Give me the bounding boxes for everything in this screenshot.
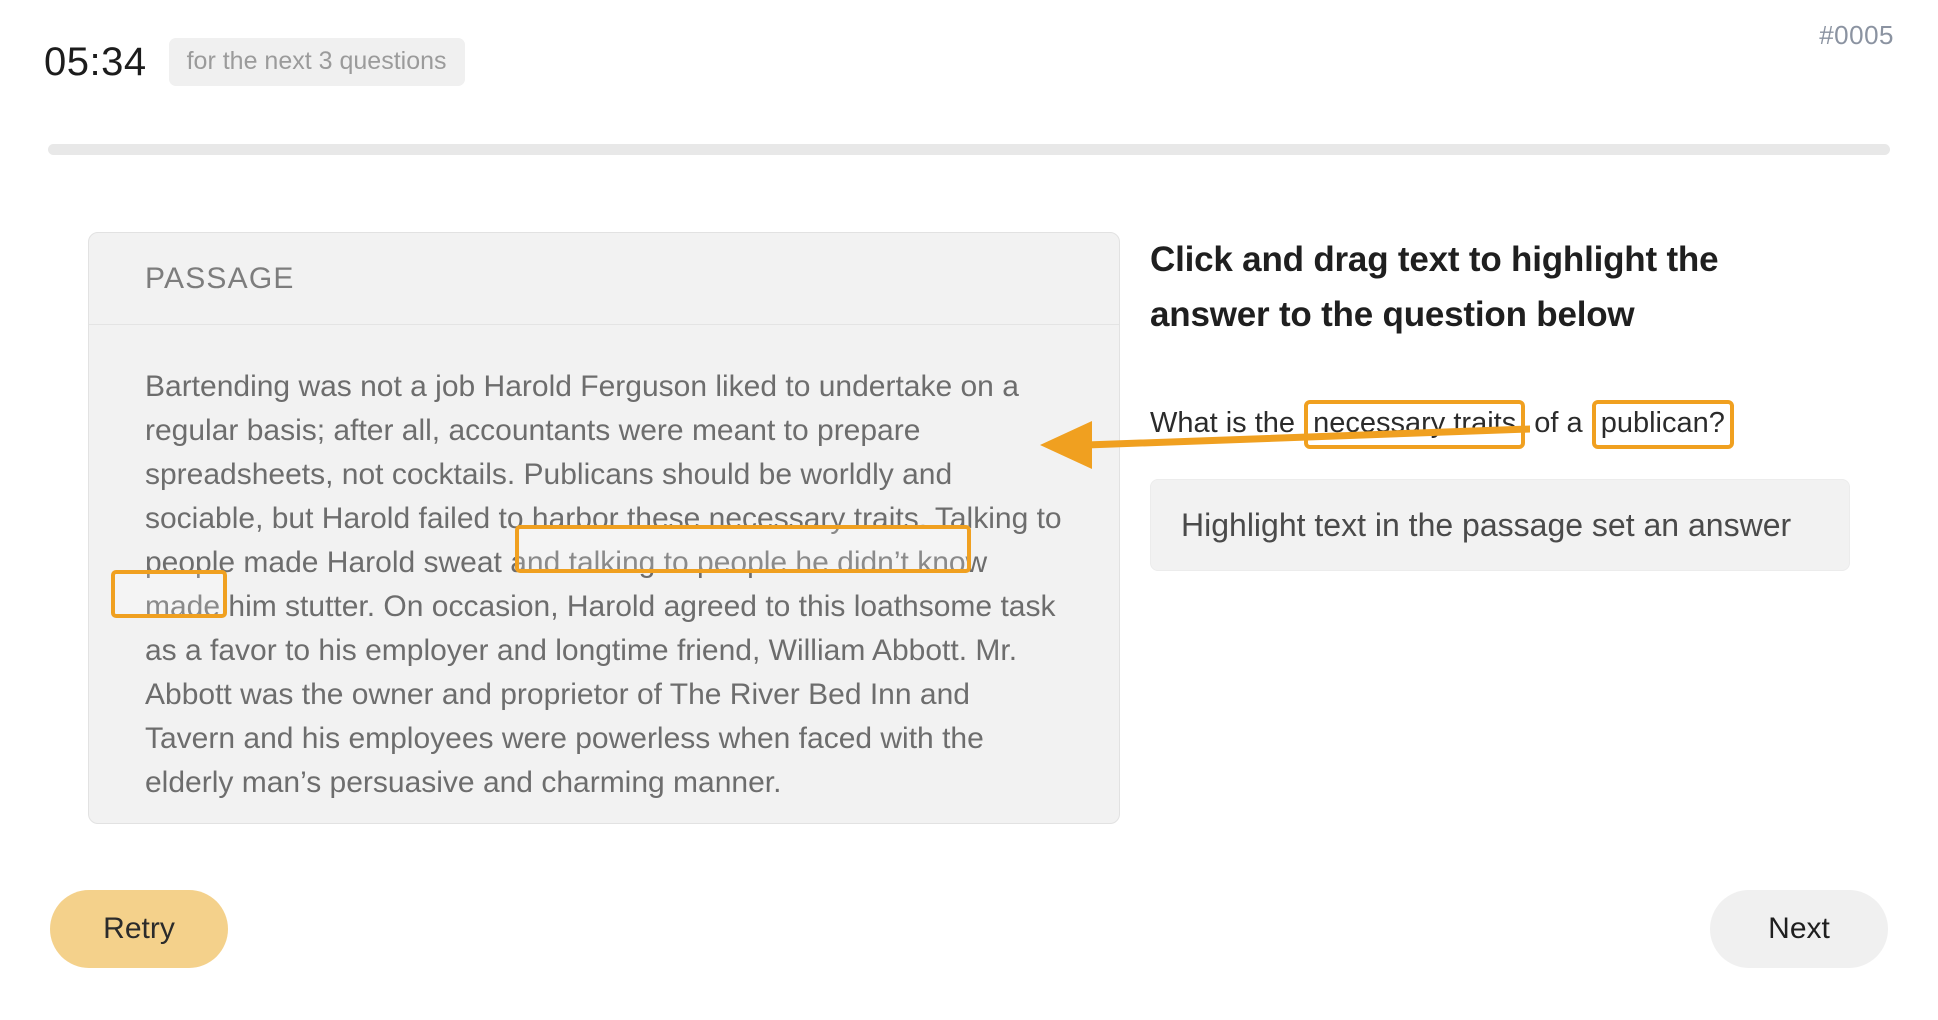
passage-selection-box-1[interactable] xyxy=(515,525,971,573)
passage-text[interactable]: Bartending was not a job Harold Ferguson… xyxy=(145,365,1063,805)
instruction-heading: Click and drag text to highlight the ans… xyxy=(1150,240,1719,334)
answer-placeholder-text: Highlight text in the passage set an ans… xyxy=(1181,506,1792,543)
page-header: 05:34 for the next 3 questions #0005 xyxy=(0,0,1938,140)
question-panel: Click and drag text to highlight the ans… xyxy=(1150,232,1850,571)
next-button[interactable]: Next xyxy=(1710,890,1888,968)
passage-panel: PASSAGE Bartending was not a job Harold … xyxy=(88,232,1120,824)
question-middle: of a xyxy=(1534,407,1583,439)
question-lead: What is the xyxy=(1150,407,1296,439)
countdown-timer: 05:34 xyxy=(44,40,147,84)
question-chip-necessary-traits[interactable]: necessary traits xyxy=(1304,400,1526,449)
answer-field[interactable]: Highlight text in the passage set an ans… xyxy=(1150,479,1850,571)
passage-selection-box-2[interactable] xyxy=(111,570,227,618)
progress-bar xyxy=(48,144,1890,155)
passage-label: PASSAGE xyxy=(145,261,295,295)
question-chip-publican[interactable]: publican? xyxy=(1591,400,1734,449)
timer-row: 05:34 for the next 3 questions xyxy=(44,38,465,86)
passage-body[interactable]: Bartending was not a job Harold Ferguson… xyxy=(89,325,1119,805)
timer-note-badge: for the next 3 questions xyxy=(168,38,465,86)
question-text: What is the necessary traits of a public… xyxy=(1150,400,1850,449)
retry-button[interactable]: Retry xyxy=(50,890,228,968)
passage-panel-header: PASSAGE xyxy=(89,233,1119,325)
question-number: #0005 xyxy=(1819,20,1894,50)
